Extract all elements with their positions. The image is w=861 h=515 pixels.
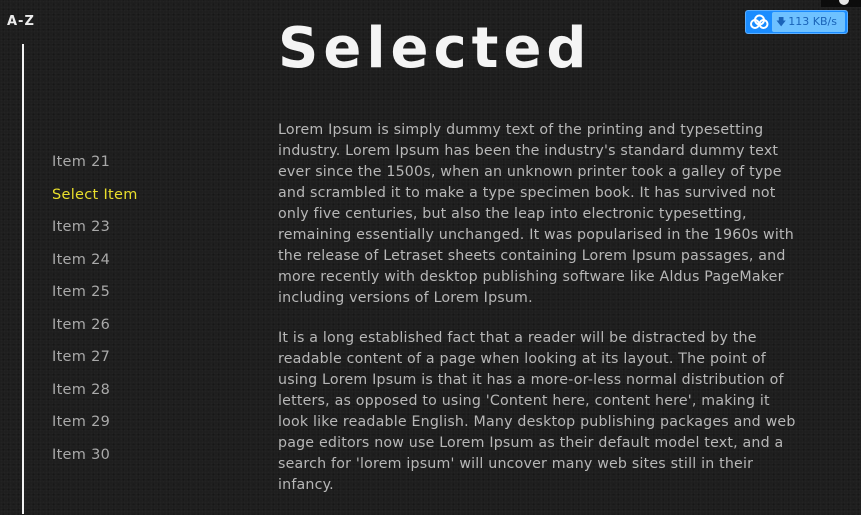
sidebar-item-28[interactable]: Item 28 xyxy=(52,379,138,412)
az-index-heading: A-Z xyxy=(7,14,35,29)
sidebar-item-selected[interactable]: Select Item xyxy=(52,184,138,217)
sidebar-item-29[interactable]: Item 29 xyxy=(52,411,138,444)
page-title: Selected xyxy=(278,16,592,81)
sidebar-item-23[interactable]: Item 23 xyxy=(52,216,138,249)
download-arrow-icon: 🡇 xyxy=(776,17,787,28)
download-speed-readout: 🡇 113 KB/s xyxy=(772,12,845,32)
content-paragraph: Lorem Ipsum is simply dummy text of the … xyxy=(278,122,794,306)
sidebar-item-27[interactable]: Item 27 xyxy=(52,346,138,379)
sidebar-item-21[interactable]: Item 21 xyxy=(52,151,138,184)
sidebar-item-30[interactable]: Item 30 xyxy=(52,444,138,477)
sidebar-timeline-line xyxy=(22,44,24,514)
download-speed-value: 113 KB/s xyxy=(788,15,837,28)
download-speed-widget[interactable]: 🡇 113 KB/s xyxy=(745,10,848,34)
content-paragraph: It is a long established fact that a rea… xyxy=(278,330,796,493)
sidebar-item-25[interactable]: Item 25 xyxy=(52,281,138,314)
cloud-icon xyxy=(746,11,772,33)
sidebar-item-26[interactable]: Item 26 xyxy=(52,314,138,347)
sidebar-nav: Item 21 Select Item Item 23 Item 24 Item… xyxy=(52,151,138,476)
content-area: Lorem Ipsum is simply dummy text of the … xyxy=(278,120,798,515)
sidebar-item-24[interactable]: Item 24 xyxy=(52,249,138,282)
